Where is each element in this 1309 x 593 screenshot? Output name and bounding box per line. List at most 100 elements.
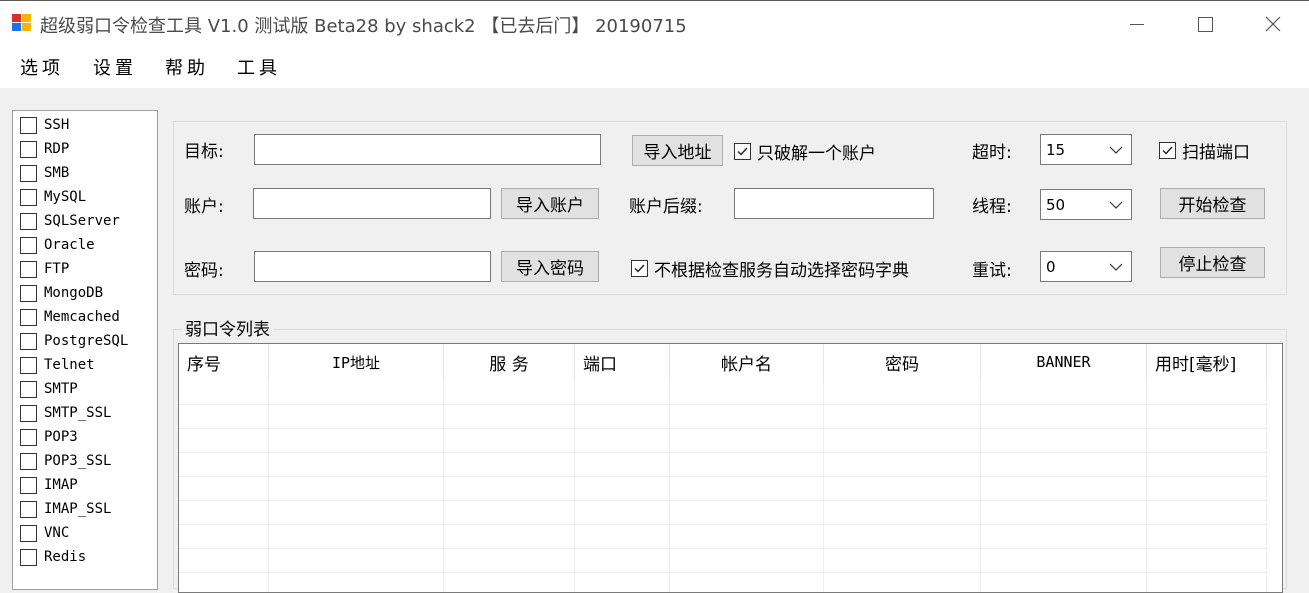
chevron-down-icon	[1109, 263, 1123, 271]
service-checkbox-memcached[interactable]: Memcached	[20, 306, 120, 328]
column-password[interactable]: 密码	[824, 344, 981, 380]
retry-select[interactable]: 0	[1040, 251, 1132, 282]
menu-tools[interactable]: 工具	[237, 54, 281, 80]
checkbox-unchecked-icon	[20, 140, 37, 158]
service-checkbox-telnet[interactable]: Telnet	[20, 354, 95, 376]
weak-password-table[interactable]: 序号 IP地址服 务端口 帐户名 密码 BANNER 用时[毫秒]	[178, 343, 1283, 593]
minimize-button[interactable]	[1104, 1, 1170, 47]
scan-port-checkbox[interactable]: 扫描端口	[1159, 138, 1250, 163]
service-checkbox-rdp[interactable]: RDP	[20, 138, 69, 160]
service-checkbox-oracle[interactable]: Oracle	[20, 234, 95, 256]
column-ip-address[interactable]: IP地址	[269, 344, 444, 380]
only-one-account-label: 只破解一个账户	[757, 144, 876, 164]
grid-line	[1266, 380, 1267, 592]
service-checkbox-smtp-ssl[interactable]: SMTP_SSL	[20, 402, 111, 424]
threads-select[interactable]: 50	[1040, 189, 1132, 220]
service-checkbox-redis[interactable]: Redis	[20, 546, 86, 568]
checkbox-unchecked-icon	[20, 188, 37, 206]
account-input[interactable]	[253, 188, 491, 219]
timeout-select[interactable]: 15	[1040, 134, 1132, 165]
threads-label: 线程:	[972, 197, 1012, 217]
checkbox-unchecked-icon	[20, 308, 37, 326]
menu-help[interactable]: 帮助	[165, 54, 209, 80]
start-check-button[interactable]: 开始检查	[1160, 188, 1265, 219]
checkbox-unchecked-icon	[20, 476, 37, 494]
checkbox-unchecked-icon	[20, 404, 37, 422]
service-checkbox-pop3[interactable]: POP3	[20, 426, 78, 448]
checkbox-unchecked-icon	[20, 524, 37, 542]
column-service[interactable]: 服 务	[444, 344, 575, 380]
service-label: Memcached	[44, 309, 120, 325]
service-checkbox-ftp[interactable]: FTP	[20, 258, 69, 280]
password-input[interactable]	[254, 251, 491, 282]
import-account-button[interactable]: 导入账户	[501, 188, 599, 219]
service-checkbox-sqlserver[interactable]: SQLServer	[20, 210, 120, 232]
import-address-button[interactable]: 导入地址	[632, 135, 723, 166]
grid-line	[179, 572, 1269, 573]
menu-options[interactable]: 选项	[20, 54, 64, 80]
auto-dict-checkbox[interactable]: 不根据检查服务自动选择密码字典	[631, 256, 909, 281]
service-checkbox-imap-ssl[interactable]: IMAP_SSL	[20, 498, 111, 520]
retry-label: 重试:	[972, 261, 1012, 281]
import-password-button[interactable]: 导入密码	[501, 251, 599, 282]
service-label: Telnet	[44, 357, 95, 373]
column-account[interactable]: 帐户名	[670, 344, 824, 380]
checkbox-unchecked-icon	[20, 260, 37, 278]
service-label: VNC	[44, 525, 70, 541]
checkbox-unchecked-icon	[20, 428, 37, 446]
service-checkbox-postgresql[interactable]: PostgreSQL	[20, 330, 128, 352]
account-suffix-input[interactable]	[734, 188, 934, 219]
checkbox-checked-icon	[631, 260, 648, 277]
grid-line	[179, 548, 1269, 549]
checkbox-unchecked-icon	[20, 212, 37, 230]
service-checkbox-smb[interactable]: SMB	[20, 162, 69, 184]
close-icon	[1265, 16, 1281, 32]
service-label: POP3_SSL	[44, 453, 112, 469]
service-checkbox-mysql[interactable]: MySQL	[20, 186, 86, 208]
checkbox-unchecked-icon	[20, 548, 37, 566]
threads-value: 50	[1046, 195, 1066, 214]
grid-line	[179, 524, 1269, 525]
service-label: SQLServer	[44, 213, 120, 229]
password-label: 密码:	[184, 261, 224, 281]
target-input[interactable]	[254, 134, 601, 165]
service-checkbox-mongodb[interactable]: MongoDB	[20, 282, 103, 304]
timeout-label: 超时:	[972, 143, 1012, 163]
checkbox-unchecked-icon	[20, 164, 37, 182]
service-checkbox-list: SSH RDP SMB MySQL SQLServer Oracle FTP MongoDB M…	[12, 110, 158, 590]
checkbox-checked-icon	[1159, 142, 1176, 159]
checkbox-checked-icon	[734, 143, 751, 160]
service-checkbox-pop3-ssl[interactable]: POP3_SSL	[20, 450, 111, 472]
service-label: POP3	[44, 429, 78, 445]
service-label: MySQL	[44, 189, 87, 205]
service-label: MongoDB	[44, 285, 104, 301]
service-checkbox-ssh[interactable]: SSH	[20, 114, 69, 136]
service-checkbox-smtp[interactable]: SMTP	[20, 378, 78, 400]
column-banner[interactable]: BANNER	[981, 344, 1147, 380]
service-checkbox-imap[interactable]: IMAP	[20, 474, 78, 496]
maximize-button[interactable]	[1172, 1, 1238, 47]
service-checkbox-vnc[interactable]: VNC	[20, 522, 69, 544]
close-button[interactable]	[1240, 1, 1306, 47]
app-icon	[12, 14, 32, 32]
column-time-ms[interactable]: 用时[毫秒]	[1147, 344, 1267, 380]
title-bar: 超级弱口令检查工具 V1.0 测试版 Beta28 by shack2 【已去后…	[0, 0, 1309, 46]
grid-line	[179, 500, 1269, 501]
grid-line	[179, 404, 1269, 405]
column-port[interactable]: 端口	[575, 344, 670, 380]
timeout-value: 15	[1046, 140, 1066, 159]
retry-value: 0	[1046, 257, 1056, 276]
account-label: 账户:	[184, 197, 224, 217]
only-one-account-checkbox[interactable]: 只破解一个账户	[734, 139, 876, 164]
grid-line	[823, 380, 824, 592]
account-suffix-label: 账户后缀:	[629, 197, 703, 217]
service-label: SMTP_SSL	[44, 405, 112, 421]
grid-line	[574, 380, 575, 592]
stop-check-button[interactable]: 停止检查	[1160, 247, 1265, 278]
column-index[interactable]: 序号	[179, 344, 269, 380]
menu-settings[interactable]: 设置	[93, 54, 137, 80]
scan-port-label: 扫描端口	[1182, 143, 1250, 163]
auto-dict-label: 不根据检查服务自动选择密码字典	[654, 261, 909, 281]
target-label: 目标:	[184, 142, 224, 162]
checkbox-unchecked-icon	[20, 380, 37, 398]
